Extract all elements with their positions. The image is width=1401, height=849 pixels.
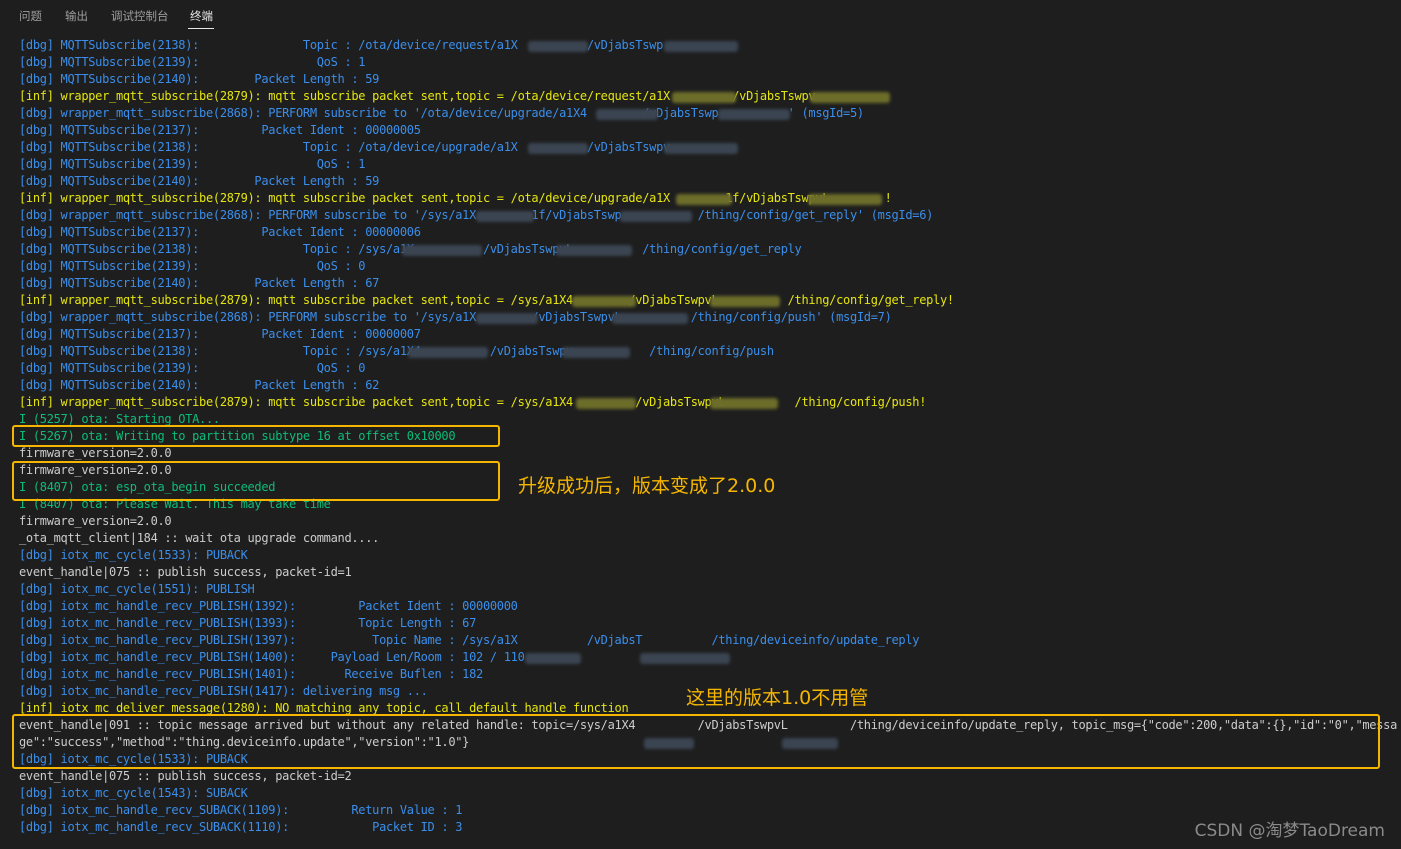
terminal-line: [dbg] MQTTSubscribe(2138): Topic : /sys/… [19,344,774,358]
tab-terminal[interactable]: 终端 [190,8,213,24]
csdn-watermark: CSDN @淘梦TaoDream [1194,821,1385,841]
terminal-line: firmware_version=2.0.0 [19,446,172,460]
deliver-message-highlight [12,714,1380,769]
terminal-line: [dbg] iotx_mc_handle_recv_PUBLISH(1397):… [19,633,920,647]
terminal-line: [inf] wrapper_mqtt_subscribe(2879): mqtt… [19,293,954,307]
terminal-line: [dbg] MQTTSubscribe(2140): Packet Length… [19,174,380,188]
terminal-line: [dbg] MQTTSubscribe(2137): Packet Ident … [19,225,421,239]
terminal-line: [dbg] MQTTSubscribe(2137): Packet Ident … [19,327,421,341]
terminal-line: [dbg] iotx_mc_handle_recv_PUBLISH(1393):… [19,616,477,630]
terminal-line: [dbg] MQTTSubscribe(2139): QoS : 1 [19,157,366,171]
tab-problems[interactable]: 问题 [19,8,42,24]
terminal-line: [dbg] MQTTSubscribe(2140): Packet Length… [19,276,380,290]
ota-partition-highlight [12,425,500,447]
active-tab-indicator [188,28,214,29]
terminal-line: [dbg] iotx_mc_handle_recv_PUBLISH(1400):… [19,650,525,664]
terminal-line: event_handle|075 :: publish success, pac… [19,565,352,579]
terminal-line: [dbg] iotx_mc_handle_recv_PUBLISH(1417):… [19,684,428,698]
panel-tab-bar: 问题 输出 调试控制台 终端 [0,0,1401,34]
terminal-line: [dbg] iotx_mc_handle_recv_PUBLISH(1392):… [19,599,518,613]
terminal-line: [dbg] wrapper_mqtt_subscribe(2868): PERF… [19,310,892,324]
terminal-line: [dbg] iotx_mc_handle_recv_PUBLISH(1401):… [19,667,483,681]
terminal-line: [dbg] MQTTSubscribe(2139): QoS : 1 [19,55,366,69]
terminal-line: [dbg] MQTTSubscribe(2137): Packet Ident … [19,123,421,137]
terminal-line: [dbg] iotx_mc_cycle(1551): PUBLISH [19,582,255,596]
terminal-line: [dbg] MQTTSubscribe(2140): Packet Length… [19,378,380,392]
terminal-line: [dbg] MQTTSubscribe(2140): Packet Length… [19,72,380,86]
ignore-version-annotation: 这里的版本1.0不用管 [686,687,869,709]
tab-output[interactable]: 输出 [65,8,88,24]
terminal-line: [inf] wrapper_mqtt_subscribe(2879): mqtt… [19,191,892,205]
terminal-line: firmware_version=2.0.0 [19,514,172,528]
terminal-line: [dbg] iotx_mc_handle_recv_SUBACK(1109): … [19,803,463,817]
firmware-version-highlight [12,461,500,501]
tab-debug-console[interactable]: 调试控制台 [111,8,169,24]
terminal-line: [dbg] MQTTSubscribe(2139): QoS : 0 [19,259,366,273]
terminal-line: [dbg] iotx_mc_handle_recv_SUBACK(1110): … [19,820,463,834]
terminal-line: _ota_mqtt_client|184 :: wait ota upgrade… [19,531,380,545]
version-note-annotation: 升级成功后，版本变成了2.0.0 [518,475,776,497]
terminal-line: [dbg] iotx_mc_cycle(1543): SUBACK [19,786,248,800]
terminal-line: [dbg] iotx_mc_cycle(1533): PUBACK [19,548,248,562]
terminal-line: [dbg] MQTTSubscribe(2139): QoS : 0 [19,361,366,375]
terminal-line: event_handle|075 :: publish success, pac… [19,769,352,783]
terminal-line: [inf] wrapper_mqtt_subscribe(2879): mqtt… [19,395,927,409]
